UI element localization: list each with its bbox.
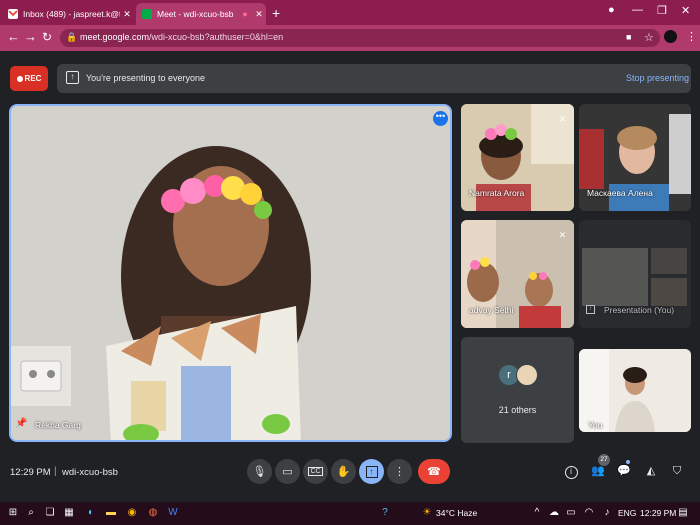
hand-icon: ✋ (336, 466, 351, 478)
browser-menu-icon[interactable]: ⋮ (686, 30, 697, 43)
gmail-icon (8, 9, 18, 19)
record-indicator-icon: ● (242, 9, 248, 19)
tab-meet[interactable]: Meet - wdi-xcuo-bsb ● ✕ (136, 3, 266, 25)
chat-icon[interactable]: 💬 (616, 463, 632, 479)
present-now-button[interactable]: ↑ (359, 459, 384, 484)
camera-button[interactable]: ▭ (275, 459, 300, 484)
pin-icon[interactable]: 📌 (15, 418, 27, 429)
raise-hand-button[interactable]: ✋ (331, 459, 356, 484)
language-indicator[interactable]: ENG (618, 508, 636, 518)
participant-name: Presentation (You) (604, 305, 675, 315)
rec-label: REC (24, 74, 42, 83)
weather-icon[interactable]: ☀ (420, 506, 434, 520)
captions-button[interactable]: CC (303, 459, 328, 484)
mic-off-icon: ✕ (558, 230, 567, 240)
lock-icon[interactable]: 🔒 (66, 32, 77, 43)
cloud-icon[interactable]: ☁ (547, 506, 561, 520)
close-icon[interactable]: ✕ (120, 9, 134, 20)
tab-label: Inbox (489) - jaspreet.k@theindi (23, 9, 120, 19)
participant-name: Namrata Arora (469, 188, 525, 198)
minimize-icon[interactable]: — (632, 4, 643, 16)
help-icon[interactable]: ? (378, 506, 392, 520)
firefox-icon[interactable]: ◍ (146, 506, 160, 520)
presenting-message: You're presenting to everyone (86, 73, 205, 83)
notifications-icon[interactable]: ▤ (676, 506, 690, 520)
main-speaker-tile[interactable] (9, 104, 452, 442)
volume-icon[interactable]: ♪ (600, 506, 614, 520)
leave-call-button[interactable]: ☎ (418, 459, 450, 484)
separator: | (54, 466, 57, 477)
edge-icon[interactable]: ◐ (84, 506, 98, 520)
wifi-icon[interactable]: ◠ (582, 506, 596, 520)
participant-name: Маскаева Алена (587, 188, 653, 198)
more-options-button[interactable]: ⋮ (387, 459, 412, 484)
tab-label: Meet - wdi-xcuo-bsb (157, 9, 234, 19)
meeting-clock: 12:29 PM (10, 467, 51, 478)
url-text[interactable]: meet.google.com/wdi-xcuo-bsb?authuser=0&… (80, 32, 283, 42)
battery-icon[interactable]: ▭ (564, 506, 578, 520)
record-dot-icon (16, 75, 23, 82)
profile-sync-icon[interactable]: ● (608, 4, 615, 16)
taskbar-clock[interactable]: 12:29 PM (640, 508, 676, 518)
avatar[interactable] (664, 30, 677, 43)
self-name: You (588, 420, 603, 430)
chat-notification-dot (626, 460, 630, 464)
windows-start-icon[interactable]: ⊞ (6, 506, 20, 520)
more-vert-icon: ⋮ (394, 466, 405, 478)
meeting-code: wdi-xcuo-bsb (62, 467, 118, 478)
task-view-icon[interactable]: ❏ (43, 506, 57, 520)
microphone-button[interactable]: 🎙 (247, 459, 272, 484)
file-explorer-icon[interactable]: ▬ (104, 506, 118, 520)
restore-icon[interactable]: ❐ (657, 4, 667, 17)
close-icon[interactable]: ✕ (252, 9, 266, 20)
tray-chevron-icon[interactable]: ^ (530, 506, 544, 520)
bookmark-star-icon[interactable]: ☆ (644, 31, 654, 44)
phone-hangup-icon: ☎ (427, 466, 441, 478)
present-screen-icon: ↑ (586, 305, 595, 314)
widgets-icon[interactable]: ▦ (62, 506, 76, 520)
present-screen-icon: ↑ (365, 465, 378, 478)
weather-text[interactable]: 34°C Haze (436, 508, 477, 518)
chrome-icon[interactable]: ◉ (125, 506, 139, 520)
speaker-video (11, 106, 450, 440)
video-camera-icon: ▭ (282, 466, 293, 478)
tab-gmail[interactable]: Inbox (489) - jaspreet.k@theindi ✕ (2, 3, 134, 25)
meeting-details-icon[interactable]: i (563, 463, 579, 479)
reload-icon[interactable]: ↻ (42, 30, 52, 44)
more-options-icon[interactable]: ••• (433, 111, 448, 126)
back-icon[interactable]: ← (7, 30, 20, 44)
camera-in-use-icon[interactable]: ■ (626, 32, 631, 42)
word-icon[interactable]: W (166, 506, 180, 520)
recording-badge[interactable]: REC (10, 66, 48, 91)
participant-name: advay Sethi (469, 305, 514, 315)
captions-icon: CC (308, 467, 323, 476)
main-tile-name: Rekha Garg (35, 420, 81, 430)
new-tab-button[interactable]: + (272, 5, 280, 21)
people-count-badge: 27 (598, 454, 610, 466)
others-tile[interactable] (461, 337, 574, 443)
forward-icon[interactable]: → (24, 30, 37, 44)
meet-icon (142, 9, 152, 19)
host-controls-icon[interactable]: ⛉ (669, 463, 685, 479)
mic-off-icon: ✕ (558, 114, 567, 124)
others-label: 21 others (498, 405, 537, 415)
present-screen-icon: ↑ (66, 71, 79, 84)
avatar (516, 364, 538, 386)
mic-icon: 🎙 (252, 466, 267, 478)
search-icon[interactable]: ⌕ (24, 506, 38, 520)
activities-icon[interactable]: ◭ (643, 463, 659, 479)
close-window-icon[interactable]: ✕ (681, 4, 690, 17)
stop-presenting-button[interactable]: Stop presenting (626, 73, 689, 83)
